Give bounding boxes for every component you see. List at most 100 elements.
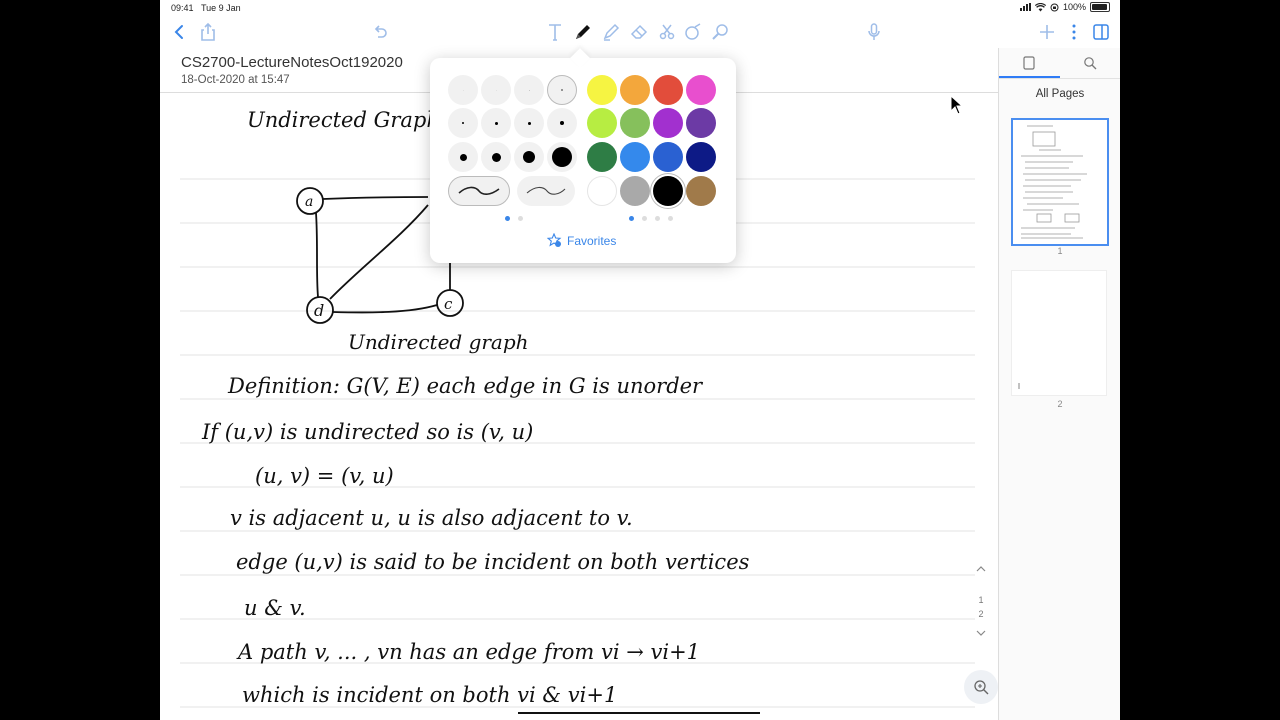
mic-icon[interactable] xyxy=(862,20,886,44)
color-swatch-5[interactable] xyxy=(587,108,617,138)
pen-tool-icon[interactable] xyxy=(571,20,595,44)
color-swatch-6[interactable] xyxy=(620,108,650,138)
pen-size-5[interactable] xyxy=(481,108,511,138)
pen-size-11[interactable] xyxy=(547,142,577,172)
color-swatch-13[interactable] xyxy=(587,176,617,206)
lasso-tool-icon[interactable] xyxy=(655,20,679,44)
all-pages-title: All Pages xyxy=(1035,88,1085,100)
eraser-tool-icon[interactable] xyxy=(627,20,651,44)
favorites-button[interactable]: Favorites xyxy=(547,233,616,248)
popup-arrow xyxy=(570,48,590,68)
text-tool-icon[interactable] xyxy=(543,20,567,44)
graph-label-a: a xyxy=(305,194,313,210)
pen-style-fountain[interactable] xyxy=(448,176,510,206)
toolbar xyxy=(160,18,1120,48)
signal-icon xyxy=(1019,3,1031,11)
add-icon[interactable] xyxy=(1035,20,1059,44)
color-page-dots xyxy=(629,216,673,221)
more-icon[interactable] xyxy=(1062,20,1086,44)
graph-label-c: c xyxy=(444,295,453,313)
status-date: Tue 9 Jan xyxy=(201,3,241,13)
status-time: 09:41 xyxy=(171,3,194,13)
pen-options-popup: Favorites xyxy=(430,48,736,263)
note-line-8: u & v. xyxy=(244,596,306,620)
wifi-icon xyxy=(1034,2,1046,11)
pen-size-10[interactable] xyxy=(514,142,544,172)
size-page-dots xyxy=(505,216,523,221)
color-swatch-12[interactable] xyxy=(686,142,716,172)
battery-percent: 100% xyxy=(1062,2,1086,12)
color-swatch-10[interactable] xyxy=(620,142,650,172)
back-icon[interactable] xyxy=(168,20,192,44)
highlighter-tool-icon[interactable] xyxy=(599,20,623,44)
pen-size-6[interactable] xyxy=(514,108,544,138)
note-line-1: Undirected Graph xyxy=(247,108,440,132)
magnifier-icon xyxy=(974,680,989,695)
color-swatch-11[interactable] xyxy=(653,142,683,172)
pages-sidebar: All Pages 1 2 xyxy=(998,48,1120,720)
scroller-page-2: 2 xyxy=(978,609,984,619)
status-bar: 09:41 Tue 9 Jan 100% xyxy=(160,0,1120,16)
color-swatch-16[interactable] xyxy=(686,176,716,206)
color-swatch-14[interactable] xyxy=(620,176,650,206)
pen-size-9[interactable] xyxy=(481,142,511,172)
mouse-cursor-icon xyxy=(950,95,964,115)
page-thumbnail-1[interactable] xyxy=(1011,118,1109,246)
scroll-down-icon[interactable] xyxy=(976,629,986,637)
color-swatch-8[interactable] xyxy=(686,108,716,138)
favorites-star-icon xyxy=(547,233,562,247)
note-line-5: (u, v) = (v, u) xyxy=(255,464,394,488)
status-right: 100% xyxy=(1019,2,1110,12)
pages-icon[interactable] xyxy=(1020,54,1038,72)
page-scroller[interactable]: 1 2 xyxy=(972,565,990,675)
page-number-1: 1 xyxy=(1057,246,1063,256)
zoom-button[interactable] xyxy=(964,670,998,704)
zoom-tool-icon[interactable] xyxy=(708,20,732,44)
color-swatch-3[interactable] xyxy=(653,75,683,105)
pen-size-7[interactable] xyxy=(547,108,577,138)
note-line-7: edge (u,v) is said to be incident on bot… xyxy=(236,550,750,574)
pen-size-8[interactable] xyxy=(448,142,478,172)
page-number-2: 2 xyxy=(1057,399,1063,409)
share-icon[interactable] xyxy=(196,20,220,44)
pen-style-ball[interactable] xyxy=(517,176,575,206)
active-tab-indicator xyxy=(999,76,1060,78)
color-swatch-1[interactable] xyxy=(587,75,617,105)
color-swatch-2[interactable] xyxy=(620,75,650,105)
search-icon[interactable] xyxy=(1081,54,1099,72)
thumbnail-2-preview xyxy=(1018,383,1020,389)
graph-edge-ab xyxy=(322,196,429,200)
note-line-9: A path v, ... , vn has an edge from vi →… xyxy=(236,640,700,664)
note-line-10: which is incident on both vi & vi+1 xyxy=(242,683,617,707)
graph-label-d: d xyxy=(314,301,324,320)
shapes-tool-icon[interactable] xyxy=(681,20,705,44)
pen-size-1[interactable] xyxy=(481,75,511,105)
orientation-lock-icon xyxy=(1050,3,1059,11)
sidebar-tabs xyxy=(999,48,1120,79)
scroller-page-1: 1 xyxy=(978,595,984,605)
scroll-up-icon[interactable] xyxy=(976,565,986,573)
document-title[interactable]: CS2700-LectureNotesOct192020 xyxy=(181,54,403,71)
ipad-screen: 09:41 Tue 9 Jan 100% CS2700-LectureNotes… xyxy=(160,0,1120,720)
color-swatch-9[interactable] xyxy=(587,142,617,172)
color-swatch-15[interactable] xyxy=(653,176,683,206)
pen-size-3[interactable] xyxy=(547,75,577,105)
graph-edge-ad xyxy=(315,212,319,298)
note-line-4: If (u,v) is undirected so is (v, u) xyxy=(201,420,533,444)
pen-size-2[interactable] xyxy=(514,75,544,105)
sidebar-icon[interactable] xyxy=(1089,20,1113,44)
undo-icon[interactable] xyxy=(368,20,392,44)
pen-size-4[interactable] xyxy=(448,108,478,138)
favorites-label: Favorites xyxy=(567,233,617,248)
note-line-2: Undirected graph xyxy=(348,330,529,354)
page-thumbnail-2[interactable] xyxy=(1011,270,1107,396)
battery-icon xyxy=(1090,2,1110,12)
color-swatch-4[interactable] xyxy=(686,75,716,105)
note-line-6: v is adjacent u, u is also adjacent to v… xyxy=(230,506,633,530)
thumbnail-1-preview xyxy=(1021,125,1087,239)
pen-size-0[interactable] xyxy=(448,75,478,105)
color-swatch-7[interactable] xyxy=(653,108,683,138)
graph-edge-db xyxy=(329,204,429,300)
document-date: 18-Oct-2020 at 15:47 xyxy=(181,74,290,86)
note-line-3: Definition: G(V, E) each edge in G is un… xyxy=(227,374,704,398)
